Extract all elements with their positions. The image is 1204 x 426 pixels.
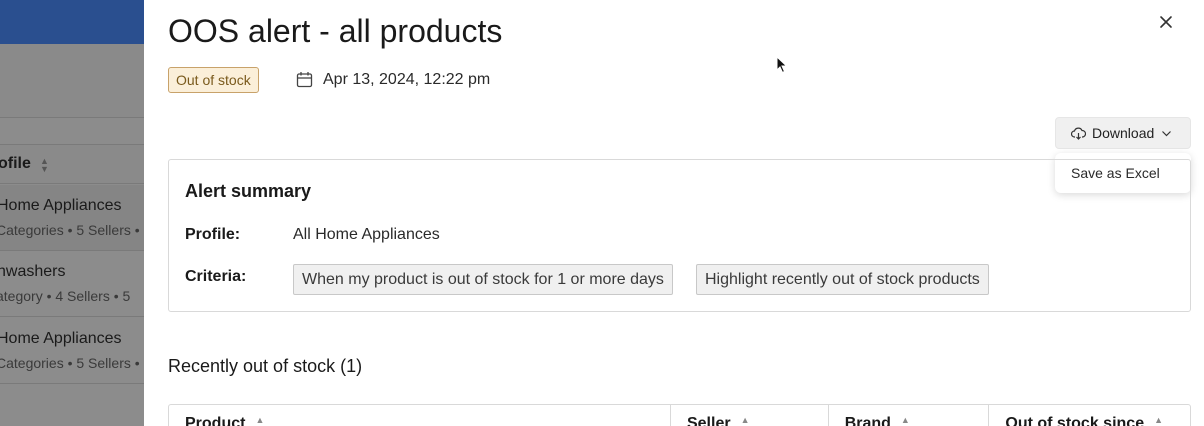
sort-icon: ▲ ▼ bbox=[40, 156, 49, 174]
background-row-name: hwashers bbox=[0, 263, 66, 280]
criteria-label: Criteria: bbox=[185, 268, 247, 285]
download-label: Download bbox=[1092, 125, 1155, 141]
background-header bbox=[0, 0, 144, 44]
download-button[interactable]: Download bbox=[1055, 117, 1191, 149]
column-label: Brand bbox=[844, 415, 891, 426]
close-icon[interactable] bbox=[1156, 12, 1176, 32]
sort-icon: ▲ bbox=[900, 415, 910, 425]
cloud-download-icon bbox=[1071, 127, 1086, 140]
summary-title: Alert summary bbox=[185, 181, 312, 201]
background-column-header: ofile ▲ ▼ bbox=[0, 144, 144, 184]
background-row-meta: Categories • 5 Sellers • bbox=[0, 222, 140, 238]
background-column-label: ofile bbox=[0, 155, 31, 172]
criteria-tag: Highlight recently out of stock products bbox=[696, 264, 989, 295]
column-header-product[interactable]: Product ▲ bbox=[169, 405, 671, 426]
profile-label: Profile: bbox=[185, 226, 241, 243]
column-label: Product bbox=[185, 415, 246, 426]
sort-icon: ▲ bbox=[255, 415, 265, 425]
alert-date: Apr 13, 2024, 12:22 pm bbox=[323, 71, 491, 88]
sort-icon: ▲ bbox=[740, 415, 750, 425]
alert-summary-card: Alert summary Profile: All Home Applianc… bbox=[168, 159, 1191, 312]
column-header-brand[interactable]: Brand ▲ bbox=[829, 405, 990, 426]
chevron-down-icon bbox=[1162, 130, 1172, 136]
profile-value: All Home Appliances bbox=[293, 226, 440, 243]
column-label: Seller bbox=[686, 415, 731, 426]
mouse-cursor-icon bbox=[776, 56, 788, 74]
column-header-seller[interactable]: Seller ▲ bbox=[671, 405, 829, 426]
alert-drawer: OOS alert - all products Out of stock Ap… bbox=[144, 0, 1204, 426]
background-row: hwashers ategory • 4 Sellers • 5 bbox=[0, 251, 144, 317]
background-row-meta: ategory • 4 Sellers • 5 bbox=[0, 288, 131, 304]
background-row: Home Appliances Categories • 5 Sellers • bbox=[0, 185, 144, 251]
products-table: Product ▲ Seller ▲ Brand ▲ Out of stock sin… bbox=[168, 404, 1191, 426]
background-row-meta: Categories • 5 Sellers • bbox=[0, 355, 140, 371]
sort-icon: ▲ bbox=[1154, 415, 1164, 425]
column-header-out-of-stock-since[interactable]: Out of stock since ▲ bbox=[989, 405, 1190, 426]
section-title: Recently out of stock (1) bbox=[168, 356, 363, 376]
column-label: Out of stock since bbox=[1005, 415, 1145, 426]
criteria-tag: When my product is out of stock for 1 or… bbox=[293, 264, 673, 295]
drawer-title: OOS alert - all products bbox=[168, 13, 503, 49]
background-row-name: Home Appliances bbox=[0, 197, 122, 214]
background-toolbar bbox=[0, 44, 144, 118]
status-badge: Out of stock bbox=[168, 67, 259, 93]
background-row: Home Appliances Categories • 5 Sellers • bbox=[0, 318, 144, 384]
background-row-name: Home Appliances bbox=[0, 330, 122, 347]
background-page: ofile ▲ ▼ Home Appliances Categories • 5 … bbox=[0, 0, 144, 426]
calendar-icon bbox=[296, 72, 313, 88]
